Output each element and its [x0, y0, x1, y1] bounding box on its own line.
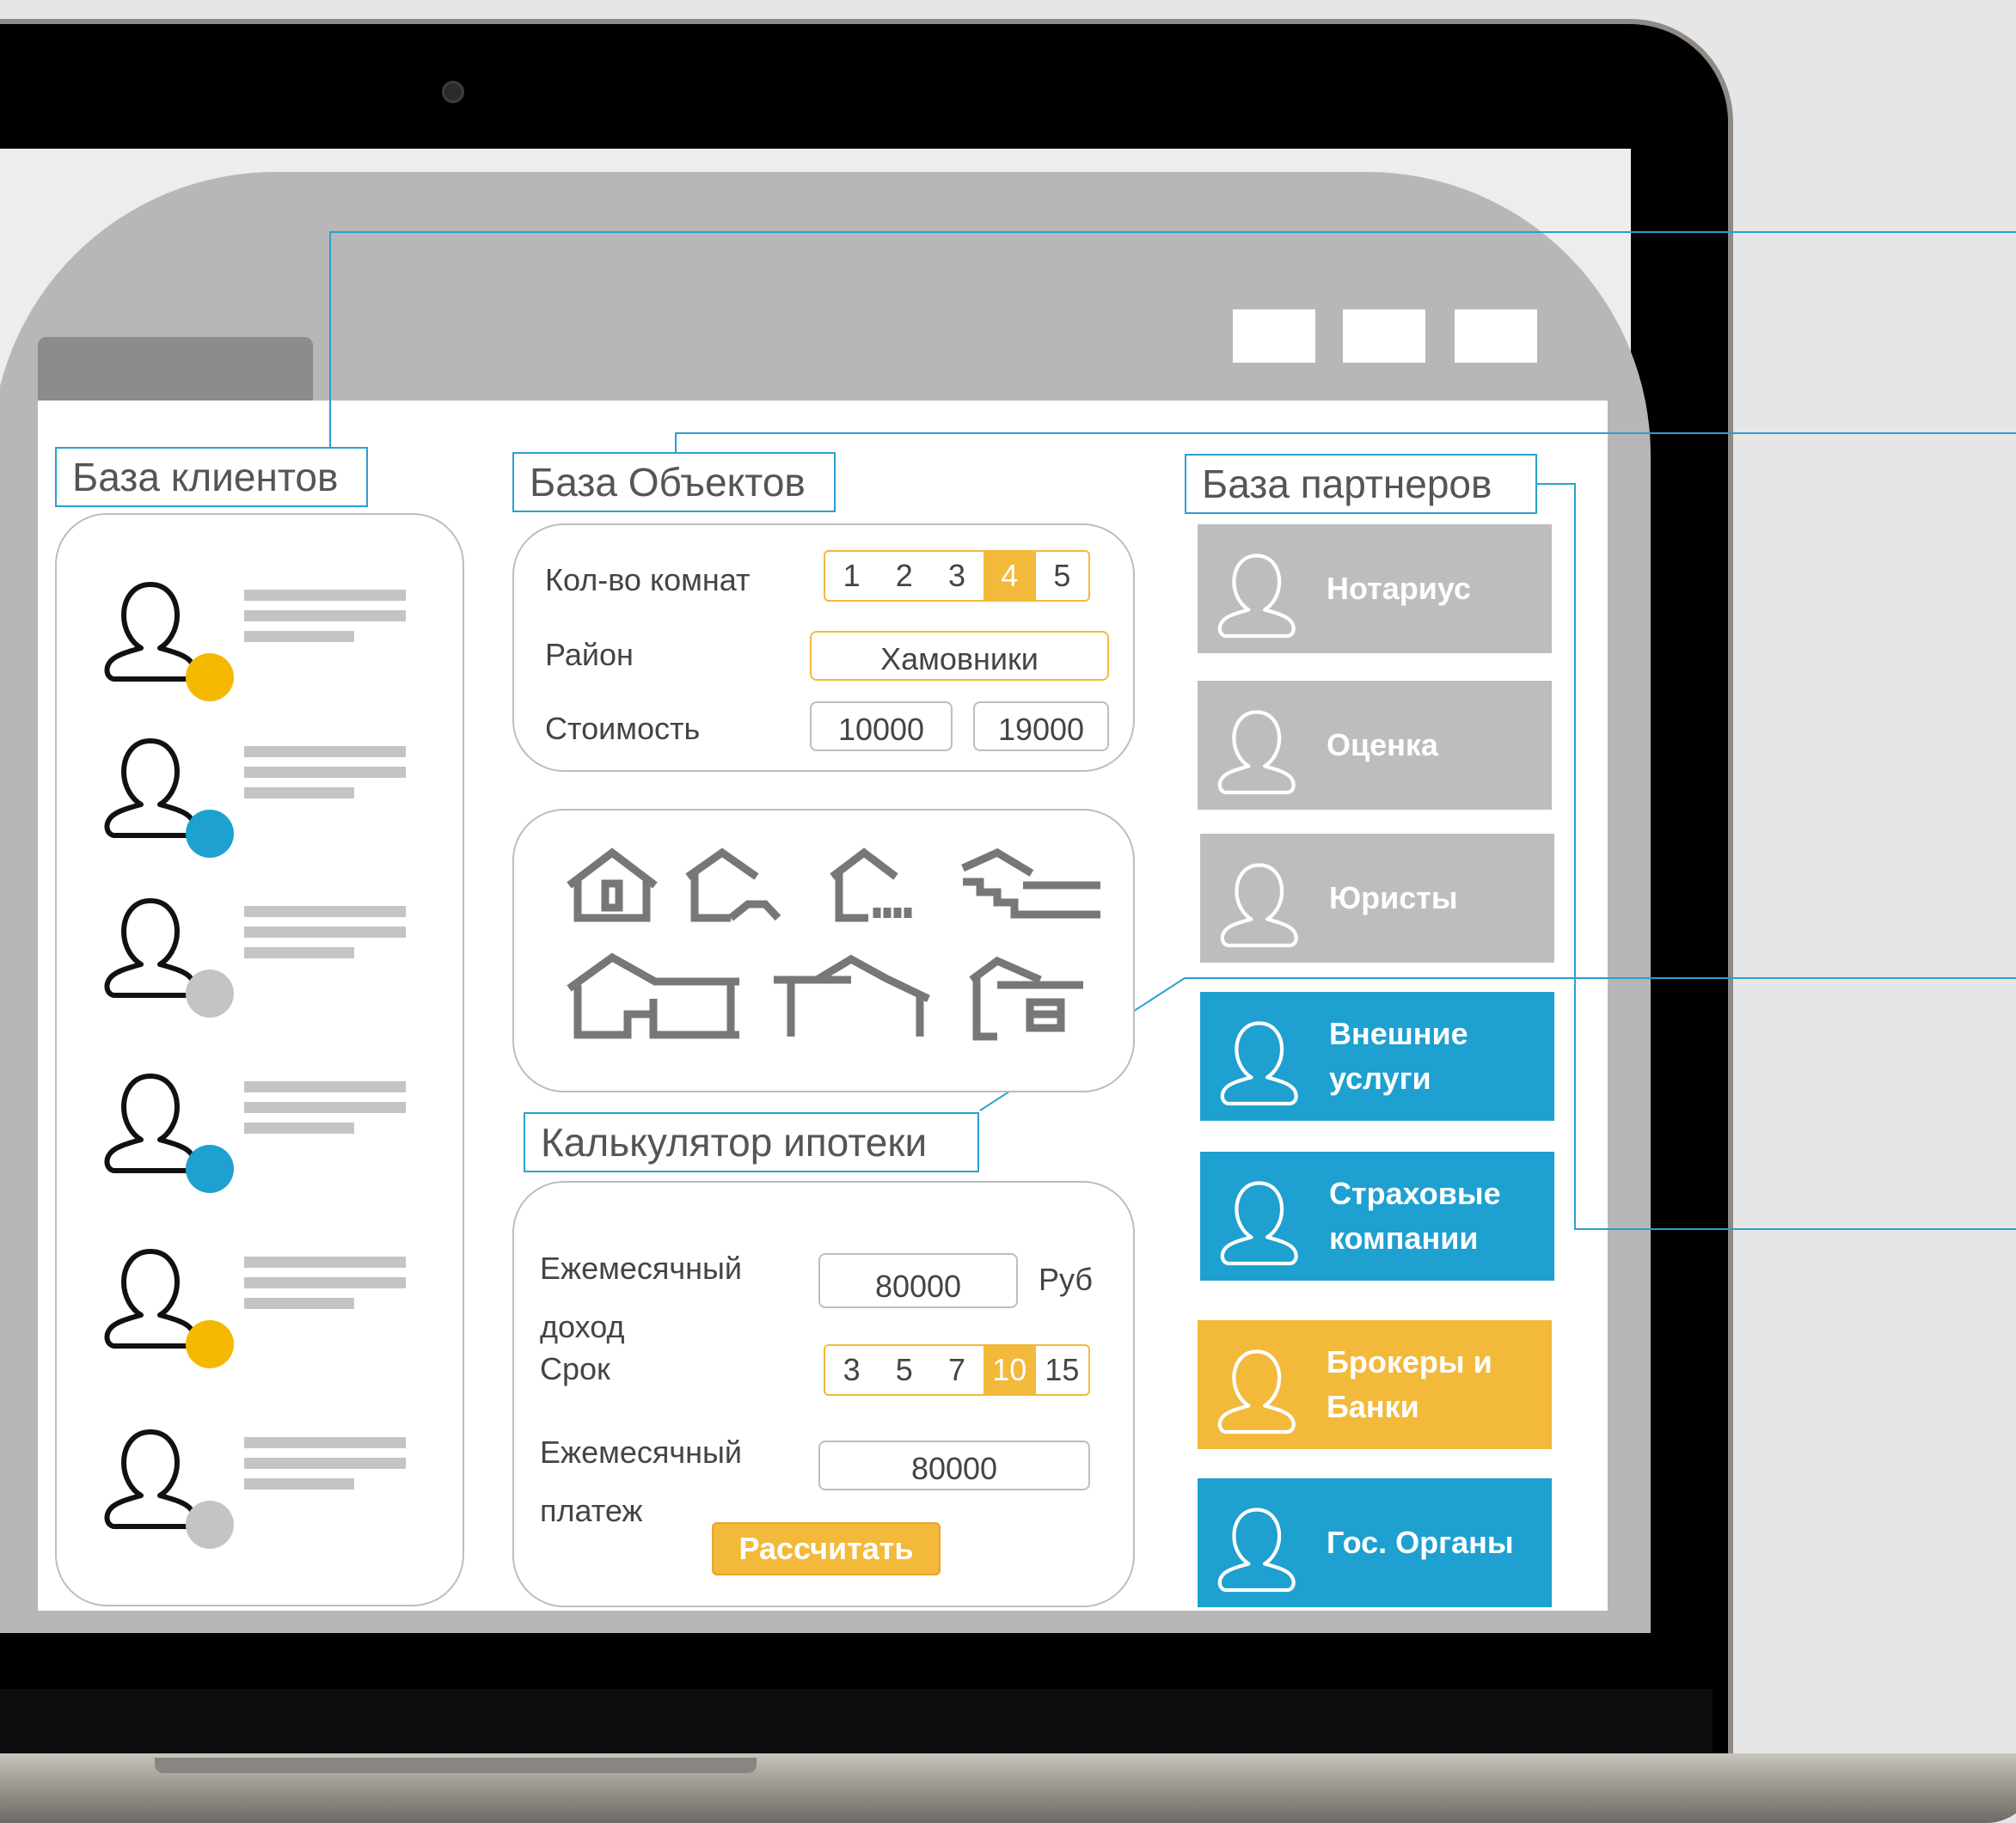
partner-card[interactable]: Брокеры и Банки	[1198, 1320, 1552, 1449]
user-icon	[104, 738, 234, 858]
income-label: Ежемесячный доход	[540, 1251, 743, 1344]
term-option[interactable]: 3	[825, 1346, 878, 1394]
partner-card[interactable]: Нотариус	[1198, 524, 1552, 653]
rooms-option[interactable]: 2	[878, 552, 930, 600]
income-field[interactable]: 80000	[818, 1253, 1018, 1308]
price-label: Стоимость	[545, 711, 701, 746]
user-icon	[1220, 1021, 1298, 1106]
status-dot	[186, 1320, 234, 1368]
user-icon	[104, 1249, 234, 1368]
partner-label: Гос. Органы	[1327, 1525, 1514, 1560]
objects-title: База Объектов	[512, 452, 836, 512]
price-to-field[interactable]: 19000	[973, 701, 1109, 751]
partner-label: Юристы	[1329, 880, 1458, 915]
status-dot	[186, 810, 234, 858]
partner-label: Внешние услуги	[1329, 1016, 1468, 1096]
calculator-title: Калькулятор ипотеки	[524, 1112, 979, 1172]
client-text-placeholder	[244, 610, 406, 621]
user-icon	[104, 1429, 234, 1549]
clients-title: База клиентов	[55, 447, 368, 507]
price-from-field[interactable]: 10000	[810, 701, 953, 751]
house-stairs-icon[interactable]	[961, 847, 1100, 919]
rooms-option[interactable]: 1	[825, 552, 878, 600]
user-icon	[1217, 554, 1296, 639]
partner-card[interactable]: Гос. Органы	[1198, 1478, 1552, 1607]
house-garage-icon[interactable]	[567, 952, 739, 1039]
client-text-placeholder	[244, 906, 406, 917]
term-option[interactable]: 5	[878, 1346, 930, 1394]
status-dot	[186, 653, 234, 701]
currency-label: Руб	[1039, 1262, 1094, 1297]
client-card[interactable]	[103, 892, 464, 1021]
client-text-placeholder	[244, 1257, 406, 1268]
client-text-placeholder	[244, 1298, 354, 1309]
partner-card[interactable]: Страховые компании	[1200, 1152, 1554, 1281]
partner-card[interactable]: Оценка	[1198, 681, 1552, 810]
calculate-button[interactable]: Рассчитать	[712, 1522, 941, 1575]
user-icon	[1217, 1508, 1296, 1593]
user-icon	[104, 898, 234, 1018]
rooms-option[interactable]: 5	[1036, 552, 1088, 600]
user-icon	[104, 582, 234, 701]
client-text-placeholder	[244, 1123, 354, 1134]
client-card[interactable]	[103, 1243, 464, 1372]
partners-title: База партнеров	[1185, 454, 1537, 514]
user-icon	[1220, 1181, 1298, 1266]
house-carport-icon[interactable]	[774, 954, 930, 1037]
client-card[interactable]	[103, 576, 464, 705]
client-text-placeholder	[244, 927, 406, 938]
client-text-placeholder	[244, 590, 406, 601]
district-field[interactable]: Хамовники	[810, 631, 1109, 681]
house-door-icon[interactable]	[567, 847, 658, 922]
rooms-option[interactable]: 3	[930, 552, 983, 600]
client-text-placeholder	[244, 947, 354, 958]
user-icon	[104, 1074, 234, 1193]
user-icon	[1217, 710, 1296, 795]
user-icon	[1220, 863, 1298, 948]
client-text-placeholder	[244, 1277, 406, 1288]
property-types	[567, 847, 1100, 1041]
term-label: Срок	[540, 1351, 610, 1386]
partner-label: Нотариус	[1327, 571, 1472, 606]
partner-card[interactable]: Внешние услуги	[1200, 992, 1554, 1121]
client-text-placeholder	[244, 631, 354, 642]
payment-field[interactable]: 80000	[818, 1441, 1090, 1490]
status-dot	[186, 1145, 234, 1193]
house-fence-icon[interactable]	[830, 847, 912, 922]
client-text-placeholder	[244, 1437, 406, 1448]
term-option[interactable]: 15	[1036, 1346, 1088, 1394]
client-text-placeholder	[244, 746, 406, 757]
partner-label: Страховые компании	[1329, 1176, 1501, 1256]
partner-label: Оценка	[1327, 727, 1438, 762]
house-car-icon[interactable]	[969, 956, 1083, 1041]
client-card[interactable]	[103, 1067, 464, 1196]
client-text-placeholder	[244, 1081, 406, 1092]
client-text-placeholder	[244, 767, 406, 778]
client-text-placeholder	[244, 1478, 354, 1490]
status-dot	[186, 1501, 234, 1549]
district-label: Район	[545, 637, 634, 672]
client-card[interactable]	[103, 732, 464, 861]
client-text-placeholder	[244, 1458, 406, 1469]
client-text-placeholder	[244, 787, 354, 798]
client-card[interactable]	[103, 1423, 464, 1552]
rooms-selector[interactable]: 12345	[824, 550, 1090, 602]
status-dot	[186, 970, 234, 1018]
partner-card[interactable]: Юристы	[1200, 834, 1554, 963]
house-roof-icon[interactable]	[685, 847, 781, 922]
client-text-placeholder	[244, 1102, 406, 1113]
term-option[interactable]: 7	[930, 1346, 983, 1394]
rooms-option[interactable]: 4	[983, 552, 1036, 600]
term-selector[interactable]: 3 5 7 10 15	[824, 1344, 1090, 1396]
partner-label: Брокеры и Банки	[1327, 1344, 1492, 1424]
rooms-label: Кол-во комнат	[545, 562, 751, 597]
user-icon	[1217, 1349, 1296, 1435]
term-option[interactable]: 10	[983, 1346, 1036, 1394]
